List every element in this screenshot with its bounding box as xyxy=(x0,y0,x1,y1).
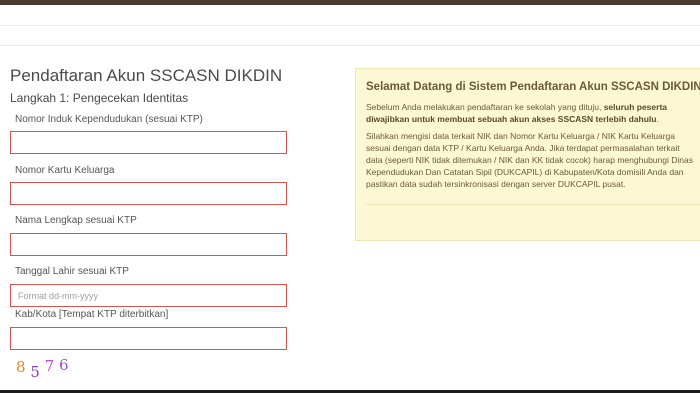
captcha-image: 8 5 7 6 xyxy=(16,356,69,384)
registration-form-header: Pendaftaran Akun SSCASN DIKDIN Langkah 1… xyxy=(10,66,300,105)
city-label: Kab/Kota [Tempat KTP diterbitkan] xyxy=(15,309,169,320)
page-title: Pendaftaran Akun SSCASN DIKDIN xyxy=(10,66,283,85)
info-text: . xyxy=(656,114,659,124)
birth-date-label: Tanggal Lahir sesuai KTP xyxy=(15,266,129,277)
info-paragraph: Silahkan mengisi data terkait NIK dan No… xyxy=(366,131,693,189)
info-divider xyxy=(366,204,700,205)
info-paragraph: Sebelum Anda melakukan pendaftaran ke se… xyxy=(366,101,696,125)
birth-date-input[interactable] xyxy=(10,284,287,307)
welcome-title: Selamat Datang di Sistem Pendaftaran Aku… xyxy=(366,81,700,93)
kk-number-label: Nomor Kartu Keluarga xyxy=(15,165,115,176)
captcha-char: 8 xyxy=(16,358,26,376)
nav-divider xyxy=(0,45,700,46)
captcha-char: 6 xyxy=(58,356,69,374)
top-header-bar xyxy=(0,0,700,5)
step-title: Langkah 1: Pengecekan Identitas xyxy=(10,91,189,105)
info-text: Sebelum Anda melakukan pendaftaran ke se… xyxy=(366,102,604,112)
full-name-label: Nama Lengkap sesuai KTP xyxy=(15,215,137,226)
nik-label: Nomor Induk Kependudukan (sesuai KTP) xyxy=(15,114,203,125)
captcha-char: 5 xyxy=(30,363,40,381)
city-input[interactable] xyxy=(10,327,287,350)
captcha-char: 7 xyxy=(44,357,55,375)
nav-divider xyxy=(0,25,700,26)
full-name-input[interactable] xyxy=(10,233,287,256)
kk-number-input[interactable] xyxy=(10,182,287,205)
nik-input[interactable] xyxy=(10,131,287,154)
welcome-info-panel: Selamat Datang di Sistem Pendaftaran Aku… xyxy=(355,68,700,241)
